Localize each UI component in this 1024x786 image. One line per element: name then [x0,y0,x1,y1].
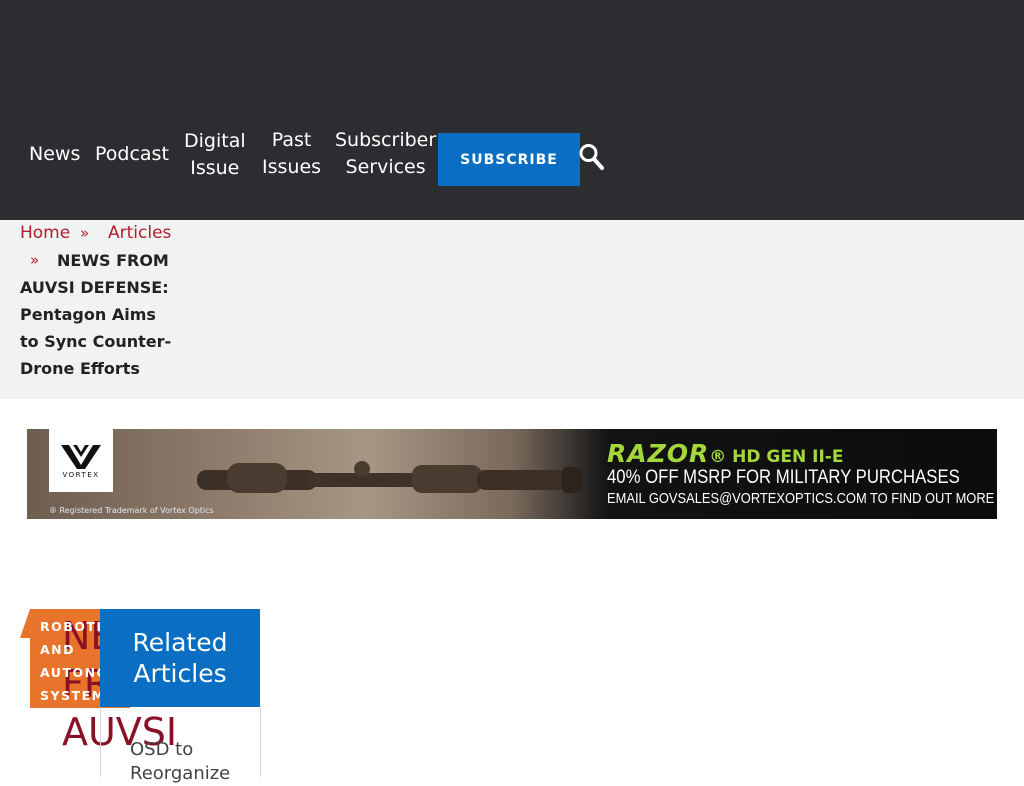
nav-past-issues[interactable]: Past Issues [262,127,321,181]
breadcrumb-current-page: NEWS FROM AUVSI DEFENSE: Pentagon Aims t… [20,247,180,382]
breadcrumb-articles[interactable]: Articles [108,222,171,244]
nav-digital-issue-line2: Issue [190,157,240,179]
breadcrumb-separator: » [80,224,90,242]
nav-subscriber-services[interactable]: Subscriber Services [335,127,436,181]
vortex-logo-mark-icon [61,444,101,469]
nav-podcast[interactable]: Podcast [95,141,169,168]
nav-past-issues-line2: Issues [262,156,322,178]
breadcrumb-current-text: NEWS FROM AUVSI DEFENSE: Pentagon Aims t… [20,251,172,378]
vortex-logo: VORTEX [49,429,113,492]
breadcrumb-home[interactable]: Home [20,222,70,244]
vortex-logo-text: VORTEX [62,470,100,479]
ad-product: RAZOR [607,439,710,468]
nav-news[interactable]: News [29,141,80,168]
nav-subscriber-services-line2: Services [345,156,426,178]
nav-digital-issue-line1: Digital [184,130,246,152]
ad-trademark: ® Registered Trademark of Vortex Optics [49,506,214,515]
ad-banner[interactable]: VORTEX ® Registered Trademark of Vortex … [27,429,997,519]
ad-offer-text: 40% OFF MSRP FOR MILITARY PURCHASES [607,467,960,488]
nav-subscriber-services-line1: Subscriber [335,129,437,151]
site-header: News Podcast Digital Issue Past Issues S… [0,0,1024,220]
nav-past-issues-line1: Past [271,129,312,151]
search-icon[interactable] [579,143,605,171]
nav-digital-issue[interactable]: Digital Issue [184,128,246,182]
related-articles-heading: Related Articles [100,609,260,707]
riflescope-image [197,461,582,493]
ad-product-name: RAZOR® HD GEN II-E [607,439,843,468]
ad-product-suffix: ® HD GEN II-E [709,447,844,467]
related-article-link[interactable]: OSD to Reorganize [130,738,250,786]
subscribe-button[interactable]: SUBSCRIBE [438,133,580,186]
ad-contact-text: EMAIL GOVSALES@VORTEXOPTICS.COM TO FIND … [607,490,995,507]
